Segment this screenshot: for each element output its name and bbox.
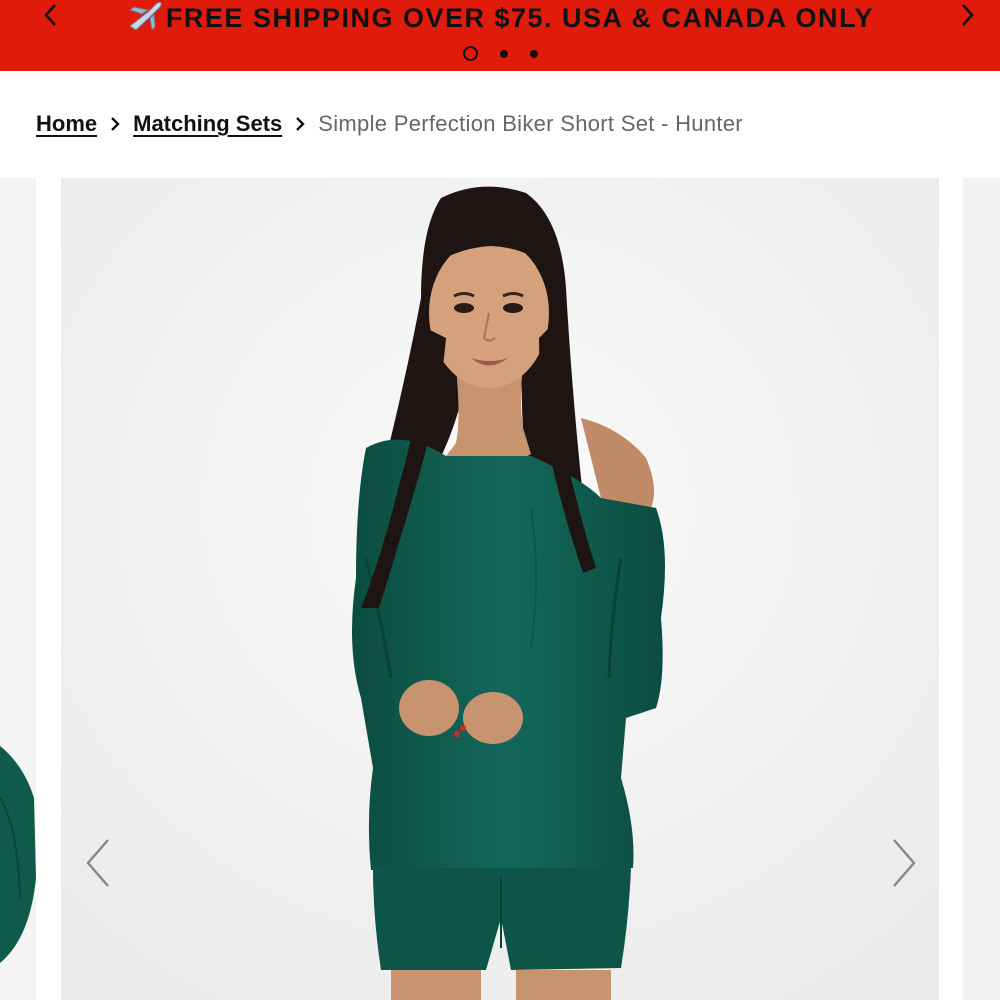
promo-dot-1[interactable] — [462, 46, 478, 61]
product-photo — [61, 178, 939, 1000]
gallery-prev-button[interactable] — [78, 833, 118, 893]
breadcrumb-category-link[interactable]: Matching Sets — [133, 110, 282, 138]
next-image-thumbnail[interactable] — [963, 178, 1000, 1000]
promo-banner: FREE SHIPPING OVER $75. USA & CANADA ONL… — [0, 0, 1000, 71]
chevron-left-icon — [86, 839, 109, 887]
promo-text: FREE SHIPPING OVER $75. USA & CANADA ONL… — [165, 3, 875, 33]
breadcrumb-home-link[interactable]: Home — [36, 110, 97, 138]
product-image-gallery — [0, 178, 1000, 1000]
chevron-right-icon — [962, 4, 974, 26]
chevron-right-icon — [109, 115, 121, 133]
promo-next-button[interactable] — [948, 0, 988, 30]
gallery-next-button[interactable] — [884, 833, 924, 893]
breadcrumb-current-page: Simple Perfection Biker Short Set - Hunt… — [318, 111, 743, 136]
previous-image-thumbnail[interactable] — [0, 178, 36, 1000]
chevron-right-icon — [893, 839, 916, 887]
chevron-right-icon — [294, 115, 306, 133]
airplane-icon — [128, 1, 162, 30]
product-main-image[interactable] — [61, 178, 939, 1000]
promo-dot-3[interactable] — [529, 49, 538, 58]
promo-dot-2[interactable] — [499, 49, 508, 58]
promo-pagination — [0, 46, 1000, 61]
promo-message: FREE SHIPPING OVER $75. USA & CANADA ONL… — [0, 0, 1000, 32]
breadcrumb: Home Matching Sets Simple Perfection Bik… — [36, 110, 743, 138]
